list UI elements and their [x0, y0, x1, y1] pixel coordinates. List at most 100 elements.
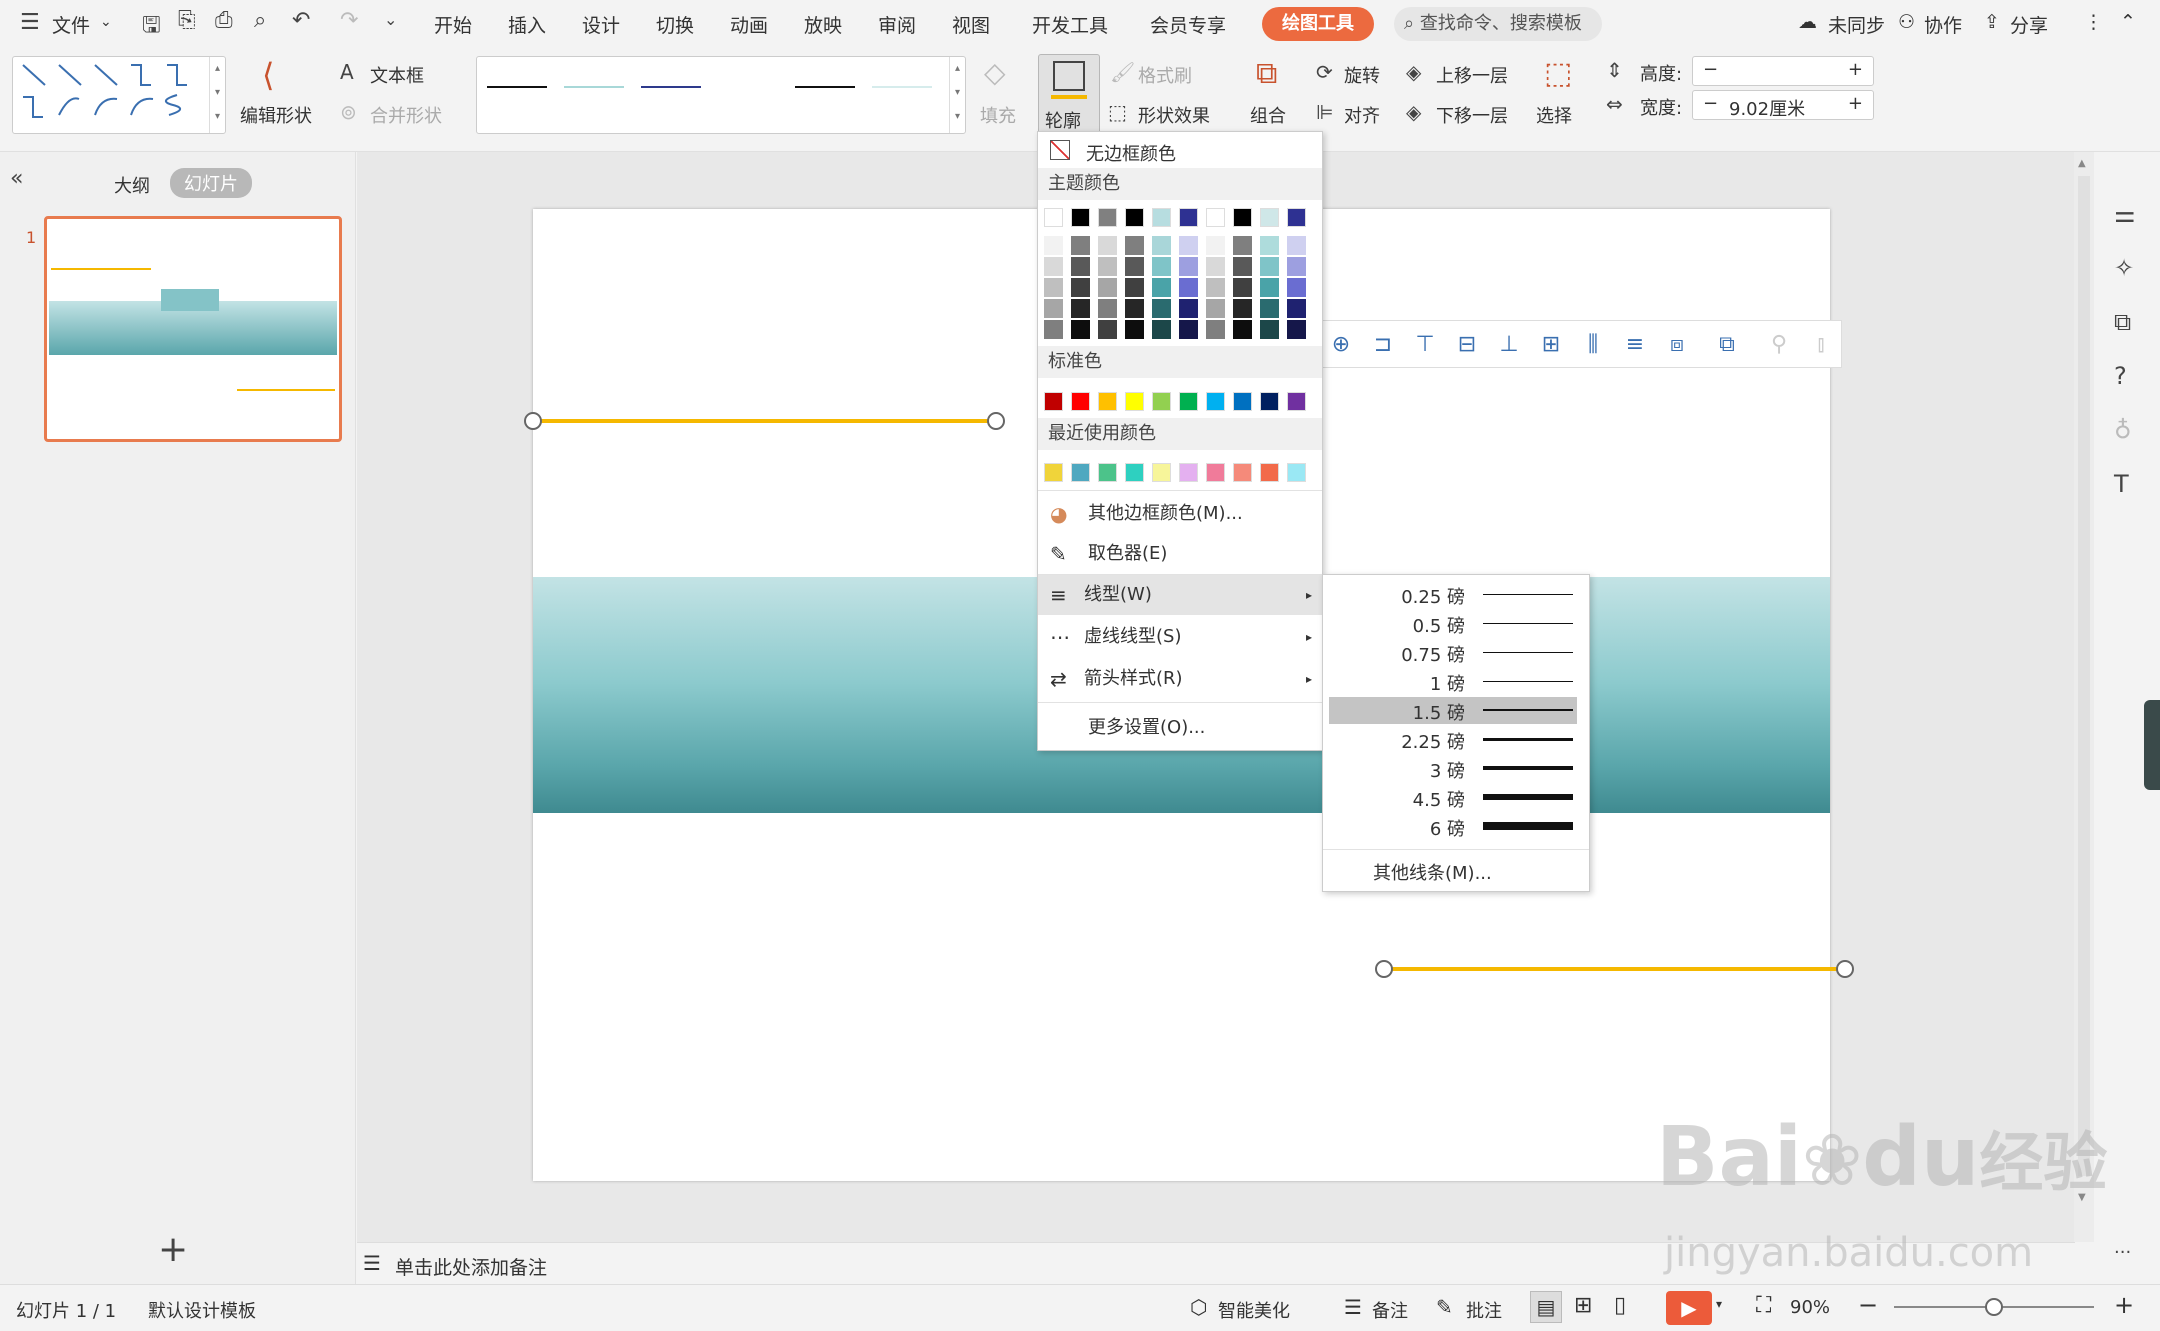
theme-shade-swatch[interactable] [1044, 299, 1063, 318]
height-increase-button[interactable]: + [1848, 59, 1863, 80]
theme-shade-swatch[interactable] [1071, 278, 1090, 297]
theme-shade-swatch[interactable] [1098, 278, 1117, 297]
more-tools-icon[interactable]: ··· [2114, 1242, 2131, 1263]
shapes-gallery[interactable]: ▴ ▾ ▾ [12, 56, 226, 134]
theme-color-swatch[interactable] [1206, 208, 1225, 227]
line-style-option[interactable] [718, 86, 778, 88]
align-to-slide-icon[interactable]: ⧈ [1663, 331, 1691, 359]
yellow-line-top[interactable] [536, 419, 996, 423]
zoom-slider[interactable] [1894, 1298, 2094, 1316]
theme-color-swatch[interactable] [1044, 208, 1063, 227]
text-box-button[interactable]: 文本框 [370, 62, 424, 88]
edit-shape-button[interactable]: 编辑形状 [240, 102, 312, 128]
merge-shape-button[interactable]: 合并形状 [370, 102, 442, 128]
theme-shade-swatch[interactable] [1071, 236, 1090, 255]
more-align-icon[interactable]: ⫾ [1807, 331, 1835, 359]
recent-color-swatch[interactable] [1098, 463, 1117, 482]
plus-icon[interactable]: + [158, 1232, 188, 1268]
line-style-option[interactable] [795, 86, 855, 88]
theme-color-swatch[interactable] [1287, 208, 1306, 227]
recent-color-swatch[interactable] [1287, 463, 1306, 482]
theme-shade-swatch[interactable] [1044, 236, 1063, 255]
tab-member[interactable]: 会员专享 [1150, 11, 1226, 38]
export-pdf-icon[interactable]: ⎘ [178, 8, 196, 33]
line-shapes-icon[interactable] [17, 57, 207, 133]
bring-forward-button[interactable]: 上移一层 [1436, 62, 1508, 88]
distribute-horizontal-icon[interactable]: ⫼ [1579, 331, 1607, 359]
align-center-icon[interactable]: ⊕ [1327, 331, 1355, 359]
line-style-option[interactable] [641, 86, 701, 88]
theme-shade-swatch[interactable] [1098, 299, 1117, 318]
slide-sorter-icon[interactable]: ⊞ [1574, 1293, 1592, 1318]
theme-color-swatch[interactable] [1098, 208, 1117, 227]
customize-toolbar-icon[interactable]: ⌄ [384, 10, 397, 29]
line-weight-option[interactable]: 1.5 磅 [1329, 697, 1577, 724]
theme-shade-swatch[interactable] [1206, 278, 1225, 297]
play-options-icon[interactable]: ▾ [1716, 1297, 1722, 1311]
theme-shade-swatch[interactable] [1071, 320, 1090, 339]
theme-shade-swatch[interactable] [1179, 320, 1198, 339]
width-decrease-button[interactable]: − [1703, 93, 1718, 114]
select-button[interactable]: 选择 [1536, 102, 1572, 128]
scroll-thumb[interactable] [2078, 176, 2090, 1176]
line-handle[interactable] [987, 412, 1005, 430]
theme-shade-swatch[interactable] [1098, 257, 1117, 276]
collapse-panel-icon[interactable]: « [10, 166, 23, 191]
theme-shade-swatch[interactable] [1287, 236, 1306, 255]
fill-button[interactable]: 填充 [980, 102, 1016, 128]
recent-color-swatch[interactable] [1152, 463, 1171, 482]
align-both-centers-icon[interactable]: ⊞ [1537, 331, 1565, 359]
slide-thumbnail[interactable] [44, 216, 342, 442]
theme-shade-swatch[interactable] [1260, 299, 1279, 318]
tab-drawing-tools[interactable]: 绘图工具 [1262, 7, 1374, 41]
recent-color-swatch[interactable] [1206, 463, 1225, 482]
recent-color-swatch[interactable] [1071, 463, 1090, 482]
theme-shade-swatch[interactable] [1287, 257, 1306, 276]
theme-shade-swatch[interactable] [1206, 320, 1225, 339]
theme-shade-swatch[interactable] [1125, 299, 1144, 318]
group-button[interactable]: 组合 [1250, 102, 1286, 128]
theme-shade-swatch[interactable] [1206, 236, 1225, 255]
group-float-icon[interactable]: ⧉ [1713, 331, 1741, 359]
theme-shade-swatch[interactable] [1152, 278, 1171, 297]
zoom-level[interactable]: 90% [1790, 1297, 1830, 1318]
undo-icon[interactable]: ↶ [292, 8, 310, 33]
line-handle[interactable] [524, 412, 542, 430]
print-preview-icon[interactable]: ⌕ [254, 8, 266, 33]
line-type-item[interactable]: ≡ 线型(W) ▸ [1038, 575, 1322, 615]
tab-start[interactable]: 开始 [434, 11, 472, 38]
gallery-scroll[interactable]: ▴ ▾ ▾ [209, 57, 225, 133]
hamburger-menu-icon[interactable]: ☰ [20, 10, 40, 35]
line-weight-option[interactable]: 4.5 磅 [1329, 784, 1577, 811]
design-inspiration-icon[interactable]: ✧ [2114, 254, 2134, 282]
shape-effect-button[interactable]: 形状效果 [1138, 102, 1210, 128]
format-painter-button[interactable]: 格式刷 [1138, 62, 1192, 88]
line-weight-option[interactable]: 0.25 磅 [1329, 581, 1577, 608]
notes-toggle-button[interactable]: 备注 [1372, 1297, 1408, 1323]
theme-shade-swatch[interactable] [1125, 320, 1144, 339]
template-name[interactable]: 默认设计模板 [148, 1297, 256, 1323]
group-icon[interactable]: ⧉ [1256, 56, 1277, 91]
edit-shape-icon[interactable]: ⟨ [262, 56, 274, 94]
theme-shade-swatch[interactable] [1233, 278, 1252, 297]
line-handle[interactable] [1836, 960, 1854, 978]
save-icon[interactable]: 🖫 [142, 8, 161, 46]
text-tool-icon[interactable]: T [2114, 470, 2129, 498]
rotate-button[interactable]: 旋转 [1344, 62, 1380, 88]
height-stepper[interactable]: − + [1692, 56, 1874, 86]
standard-color-swatch[interactable] [1233, 392, 1252, 411]
line-style-gallery[interactable]: ▴ ▾ ▾ [476, 56, 966, 134]
standard-color-swatch[interactable] [1287, 392, 1306, 411]
line-style-option[interactable] [564, 86, 624, 88]
tab-review[interactable]: 审阅 [878, 11, 916, 38]
redo-icon[interactable]: ↷ [340, 8, 358, 33]
vertical-scrollbar[interactable]: ▲ ▼ [2074, 152, 2094, 1242]
fill-icon[interactable]: ◇ [984, 56, 1006, 89]
theme-shade-swatch[interactable] [1152, 320, 1171, 339]
other-lines-item[interactable]: 其他线条(M)... [1373, 859, 1492, 885]
light-bulb-icon[interactable]: ♁ [2114, 416, 2132, 444]
arrow-style-item[interactable]: ⇄ 箭头样式(R) ▸ [1038, 659, 1322, 699]
zoom-in-button[interactable]: + [2114, 1291, 2134, 1319]
theme-shade-swatch[interactable] [1233, 299, 1252, 318]
theme-shade-swatch[interactable] [1125, 257, 1144, 276]
